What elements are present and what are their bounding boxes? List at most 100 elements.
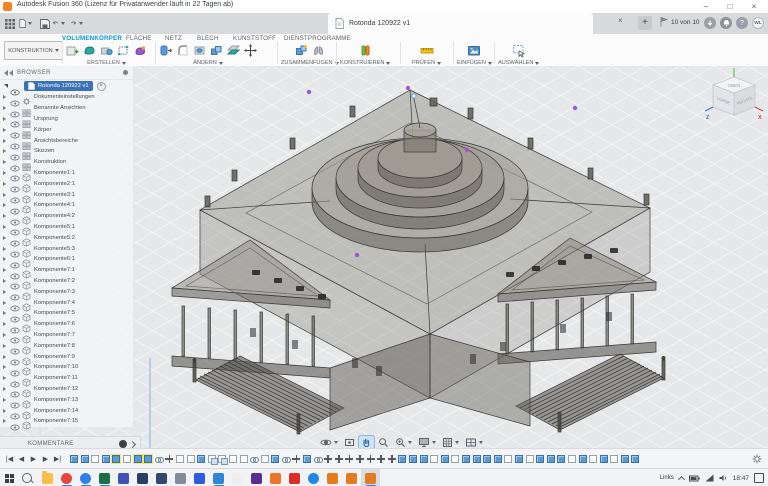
hidden-icons-chevron[interactable] [678,475,685,482]
timeline-feature-joint[interactable] [314,455,322,463]
assemble-component-icon[interactable] [295,44,308,57]
expand-icon[interactable] [3,236,10,240]
timeline-feature-component[interactable] [631,455,639,463]
taskbar-app-app-indigo[interactable] [114,469,133,486]
expand-icon[interactable] [3,333,10,337]
measure-icon[interactable] [420,44,434,57]
visibility-eye-icon[interactable] [10,223,20,230]
tab-netz[interactable]: NETZ [165,35,182,42]
timeline-feature-component[interactable] [271,455,279,463]
expand-icon[interactable] [3,247,10,251]
timeline-feature-component[interactable] [473,455,481,463]
expand-icon[interactable] [3,409,10,413]
tab-volumenkoerper[interactable]: VOLUMENKÖRPER [62,35,122,42]
timeline-feature-component[interactable] [547,455,555,463]
browser-item[interactable]: Komponente3:1 [0,189,133,200]
timeline-feature-move[interactable] [377,455,385,463]
tab-blech[interactable]: BLECH [197,35,219,42]
tab-dienstprogramme[interactable]: DIENSTPROGRAMME [284,35,351,42]
timeline-feature-sketch[interactable] [504,455,512,463]
timeline-feature-joint[interactable] [282,455,290,463]
taskbar-app-app-blue[interactable] [190,469,209,486]
browser-item[interactable]: Komponente7:1 [0,265,133,276]
visibility-eye-icon[interactable] [10,169,20,176]
timeline-feature-component[interactable] [420,455,428,463]
expand-icon[interactable] [3,225,10,229]
help-icon[interactable]: ? [736,17,748,29]
redo-icon[interactable] [70,17,83,30]
expand-icon[interactable] [3,149,10,153]
battery-icon[interactable] [689,475,700,482]
taskbar-app-excel[interactable] [95,469,114,486]
browser-item[interactable]: Komponente7:12 [0,384,133,395]
timeline-feature-sketch[interactable] [261,455,269,463]
browser-item[interactable]: Komponente7:2 [0,276,133,287]
timeline-feature-sketch[interactable] [229,455,237,463]
new-component-icon[interactable] [66,44,79,57]
create-freeform-icon[interactable] [134,44,147,57]
timeline-feature-pattern[interactable] [208,455,216,463]
visibility-eye-icon[interactable] [10,353,20,360]
timeline-feature-component[interactable] [398,455,406,463]
expand-icon[interactable] [3,301,10,305]
visibility-eye-icon[interactable] [10,213,20,220]
tab-kunststoff[interactable]: KUNSTSTOFF [233,35,276,42]
maximize-button[interactable]: □ [718,0,742,13]
job-queue-icon[interactable] [704,17,716,29]
browser-item[interactable]: Ursprung [0,114,133,125]
expand-icon[interactable] [3,398,10,402]
move-copy-icon[interactable] [244,44,257,57]
combine-icon[interactable] [210,44,223,57]
play-icon[interactable] [29,455,38,463]
timeline-feature-highlighted-feature[interactable] [144,455,152,463]
timeline-feature-component[interactable] [536,455,544,463]
start-button[interactable] [5,474,14,483]
expand-icon[interactable] [3,171,10,175]
visibility-eye-icon[interactable] [10,342,20,349]
deactivate-icon[interactable]: × [97,82,106,91]
taskbar-app-autodesk-app-2[interactable] [342,469,361,486]
skip-to-start-icon[interactable] [5,455,14,463]
visibility-eye-icon[interactable] [10,83,20,90]
step-forward-icon[interactable] [41,455,50,463]
expand-icon[interactable] [3,182,10,186]
timeline-feature-pattern[interactable] [218,455,226,463]
collapse-root-icon[interactable] [4,84,8,88]
timeline-feature-move[interactable] [367,455,375,463]
construction-plane-icon[interactable] [359,44,372,57]
timeline-feature-move[interactable] [356,455,364,463]
taskbar-app-app-navy-2[interactable] [152,469,171,486]
timeline-feature-component[interactable] [70,455,78,463]
view-cube[interactable]: OBEN VORNE RECHTS Z X [702,68,766,138]
visibility-eye-icon[interactable] [10,277,20,284]
expand-icon[interactable] [3,95,10,99]
insert-image-icon[interactable] [467,44,481,57]
browser-item[interactable]: Komponente4:2 [0,211,133,222]
expand-comments-icon[interactable] [129,440,136,447]
timeline-feature-sketch[interactable] [430,455,438,463]
taskbar-app-app-orange[interactable] [266,469,285,486]
timeline-feature-component[interactable] [483,455,491,463]
timeline-feature-move[interactable] [335,455,343,463]
timeline-feature-highlighted-feature[interactable] [134,455,142,463]
timeline-feature-sketch[interactable] [526,455,534,463]
browser-item[interactable]: Komponente5:1 [0,222,133,233]
visibility-eye-icon[interactable] [10,234,20,241]
visibility-eye-icon[interactable] [10,159,20,166]
action-center-icon[interactable] [754,473,764,483]
timeline-feature-move[interactable] [165,455,173,463]
timeline-feature-component[interactable] [579,455,587,463]
visibility-eye-icon[interactable] [10,418,20,425]
clock[interactable]: 18:47 [733,475,749,482]
browser-item[interactable]: Komponente7:9 [0,351,133,362]
tray-links-label[interactable]: Links [660,475,674,481]
browser-item[interactable]: Komponente7:8 [0,340,133,351]
timeline-feature-sketch[interactable] [589,455,597,463]
timeline-feature-sketch[interactable] [123,455,131,463]
expand-icon[interactable] [3,419,10,423]
timeline-feature-sketch[interactable] [610,455,618,463]
expand-icon[interactable] [3,268,10,272]
new-tab-button[interactable]: + [638,16,652,30]
timeline-feature-component[interactable] [197,455,205,463]
minimize-button[interactable]: – [694,0,718,13]
